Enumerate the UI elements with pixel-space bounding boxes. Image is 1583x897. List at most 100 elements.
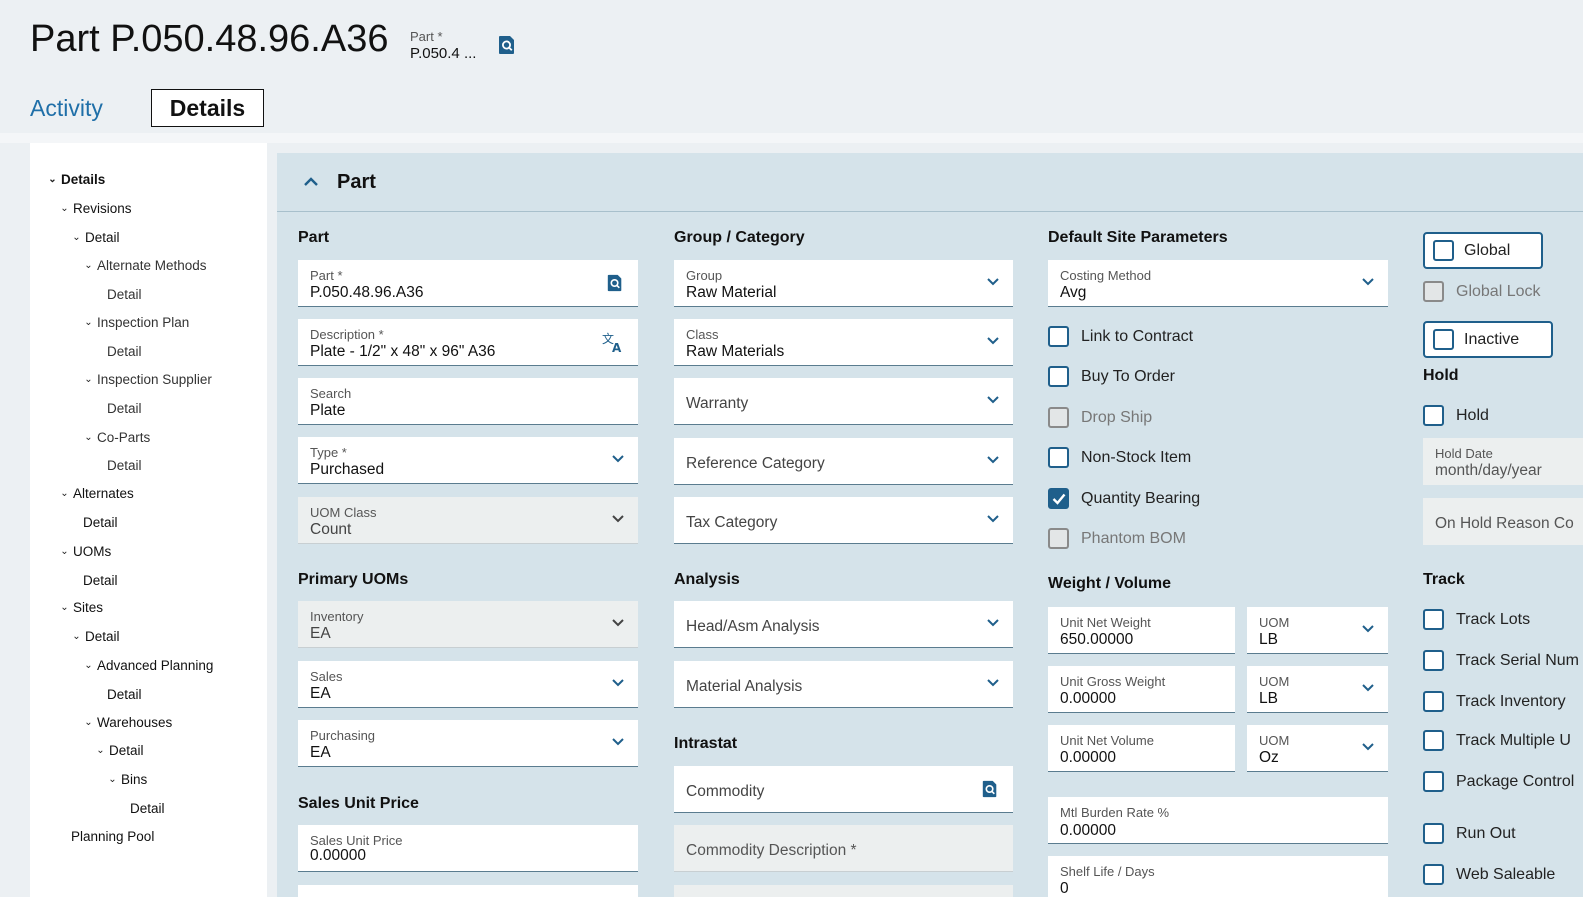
inventory-uom-select[interactable]: Inventory EA xyxy=(298,601,638,648)
search-icon[interactable] xyxy=(497,35,517,55)
shelf-life-field[interactable]: Shelf Life / Days 0 xyxy=(1048,856,1388,897)
tree-item-co-parts-detail[interactable]: Detail xyxy=(107,458,142,473)
checkbox-box[interactable] xyxy=(1423,823,1444,844)
page-title: Part P.050.48.96.A36 xyxy=(30,18,389,60)
track-multiple-uom-checkbox[interactable]: Track Multiple U xyxy=(1423,730,1571,751)
search-icon[interactable] xyxy=(981,780,999,798)
field-label: Shelf Life / Days xyxy=(1060,864,1155,879)
section-header[interactable]: Part xyxy=(277,153,1583,212)
track-lots-checkbox[interactable]: Track Lots xyxy=(1423,609,1530,630)
costing-method-select[interactable]: Costing Method Avg xyxy=(1048,260,1388,307)
tab-activity[interactable]: Activity xyxy=(30,89,103,127)
field-label: Sales xyxy=(310,669,343,684)
tree-item-warehouses-detail[interactable]: ⌄ Detail xyxy=(95,743,143,758)
part-field[interactable]: Part * P.050.48.96.A36 xyxy=(298,260,638,307)
run-out-checkbox[interactable]: Run Out xyxy=(1423,823,1516,844)
type-select[interactable]: Type * Purchased xyxy=(298,437,638,484)
mtl-burden-rate-field[interactable]: Mtl Burden Rate % 0.00000 xyxy=(1048,797,1388,844)
checkbox-box[interactable] xyxy=(1423,864,1444,885)
checkbox-box[interactable] xyxy=(1423,405,1444,426)
inactive-checkbox[interactable]: Inactive xyxy=(1423,321,1553,358)
tree-item-advanced-planning[interactable]: ⌄ Advanced Planning xyxy=(83,658,213,673)
checkbox-box[interactable] xyxy=(1048,447,1069,468)
checkbox-box[interactable] xyxy=(1433,329,1454,350)
non-stock-item-checkbox[interactable]: Non-Stock Item xyxy=(1048,447,1191,468)
checkbox-box[interactable] xyxy=(1423,691,1444,712)
checkbox-box[interactable] xyxy=(1423,609,1444,630)
uom-weight-select[interactable]: UOM LB xyxy=(1247,607,1388,654)
search-field[interactable]: Search Plate xyxy=(298,378,638,425)
chevron-down-icon: ⌄ xyxy=(84,717,93,728)
chevron-down-icon: ⌄ xyxy=(60,488,69,499)
tree-item-sites[interactable]: ⌄ Sites xyxy=(59,600,103,615)
tree-item-inspection-supplier[interactable]: ⌄ Inspection Supplier xyxy=(83,372,212,387)
uom-volume-select[interactable]: UOM Oz xyxy=(1247,725,1388,772)
description-field[interactable]: Description * Plate - 1/2" x 48" x 96" A… xyxy=(298,319,638,366)
track-inventory-checkbox[interactable]: Track Inventory xyxy=(1423,691,1566,712)
field-value: 0.00000 xyxy=(1060,690,1117,707)
tree-item-uoms-detail[interactable]: Detail xyxy=(83,573,118,588)
tree-item-alt-methods-detail[interactable]: Detail xyxy=(107,287,142,302)
tree-item-inspection-plan[interactable]: ⌄ Inspection Plan xyxy=(83,315,189,330)
group-select[interactable]: Group Raw Material xyxy=(674,260,1013,307)
tree-item-bins[interactable]: ⌄ Bins xyxy=(107,772,147,787)
tree-item-warehouses[interactable]: ⌄ Warehouses xyxy=(83,715,172,730)
package-control-checkbox[interactable]: Package Control xyxy=(1423,771,1574,792)
track-serial-checkbox[interactable]: Track Serial Num xyxy=(1423,650,1579,671)
web-saleable-checkbox[interactable]: Web Saleable xyxy=(1423,864,1555,885)
tree-item-insp-plan-detail[interactable]: Detail xyxy=(107,344,142,359)
tree-item-bins-detail[interactable]: Detail xyxy=(130,801,165,816)
checkbox-box[interactable] xyxy=(1423,650,1444,671)
tree-item-details[interactable]: ⌄ Details xyxy=(47,172,105,187)
unit-gross-weight-field[interactable]: Unit Gross Weight 0.00000 xyxy=(1048,666,1235,713)
sales-unit-price-field[interactable]: Sales Unit Price 0.00000 xyxy=(298,825,638,872)
checkbox-box[interactable] xyxy=(1048,488,1069,509)
tree-item-adv-planning-detail[interactable]: Detail xyxy=(107,687,142,702)
link-to-contract-checkbox[interactable]: Link to Contract xyxy=(1048,326,1193,347)
on-hold-reason-select: On Hold Reason Co xyxy=(1423,498,1583,545)
hold-checkbox[interactable]: Hold xyxy=(1423,405,1489,426)
unit-net-volume-field[interactable]: Unit Net Volume 0.00000 xyxy=(1048,725,1235,772)
search-icon[interactable] xyxy=(606,274,624,292)
tree-item-revisions[interactable]: ⌄ Revisions xyxy=(59,201,131,216)
chevron-up-icon[interactable] xyxy=(303,174,319,190)
class-select[interactable]: Class Raw Materials xyxy=(674,319,1013,366)
checkbox-box[interactable] xyxy=(1423,771,1444,792)
tree-item-alternate-methods[interactable]: ⌄ Alternate Methods xyxy=(83,258,206,273)
global-checkbox[interactable]: Global xyxy=(1423,232,1543,269)
reference-category-select[interactable]: Reference Category xyxy=(674,438,1013,485)
quantity-bearing-checkbox[interactable]: Quantity Bearing xyxy=(1048,488,1200,509)
head-asm-analysis-select[interactable]: Head/Asm Analysis xyxy=(674,601,1013,648)
translate-icon[interactable]: 文A xyxy=(602,331,624,353)
tree-item-insp-supplier-detail[interactable]: Detail xyxy=(107,401,142,416)
checkbox-box[interactable] xyxy=(1423,730,1444,751)
tree-item-planning-pool[interactable]: Planning Pool xyxy=(71,829,154,844)
tree-item-sites-detail[interactable]: ⌄ Detail xyxy=(71,629,119,644)
purchasing-uom-select[interactable]: Purchasing EA xyxy=(298,720,638,767)
uom-gross-weight-select[interactable]: UOM LB xyxy=(1247,666,1388,713)
sales-uom-select[interactable]: Sales EA xyxy=(298,661,638,708)
tree-item-co-parts[interactable]: ⌄ Co-Parts xyxy=(83,430,150,445)
uom-class-select[interactable]: UOM Class Count xyxy=(298,497,638,544)
tax-category-select[interactable]: Tax Category xyxy=(674,497,1013,544)
next-field-partial[interactable] xyxy=(298,885,638,897)
header-part-field[interactable]: Part * P.050.4 ... xyxy=(410,29,476,62)
checkbox-box[interactable] xyxy=(1048,366,1069,387)
material-analysis-select[interactable]: Material Analysis xyxy=(674,661,1013,708)
primary-uoms-title: Primary UOMs xyxy=(298,571,409,588)
checkbox-box[interactable] xyxy=(1048,326,1069,347)
tree-item-alternates[interactable]: ⌄ Alternates xyxy=(59,486,134,501)
tree-item-alternates-detail[interactable]: Detail xyxy=(83,515,118,530)
checkbox-box[interactable] xyxy=(1433,240,1454,261)
chevron-down-icon xyxy=(987,515,999,523)
tree-item-revision-detail[interactable]: ⌄ Detail xyxy=(71,230,119,245)
next-field-partial xyxy=(674,885,1013,897)
buy-to-order-checkbox[interactable]: Buy To Order xyxy=(1048,366,1175,387)
field-label: UOM xyxy=(1259,733,1290,748)
warranty-select[interactable]: Warranty xyxy=(674,378,1013,425)
tree-item-uoms[interactable]: ⌄ UOMs xyxy=(59,544,111,559)
field-placeholder: Tax Category xyxy=(686,514,778,531)
tab-details[interactable]: Details xyxy=(151,89,264,127)
commodity-field[interactable]: Commodity xyxy=(674,766,1013,813)
unit-net-weight-field[interactable]: Unit Net Weight 650.00000 xyxy=(1048,607,1235,654)
